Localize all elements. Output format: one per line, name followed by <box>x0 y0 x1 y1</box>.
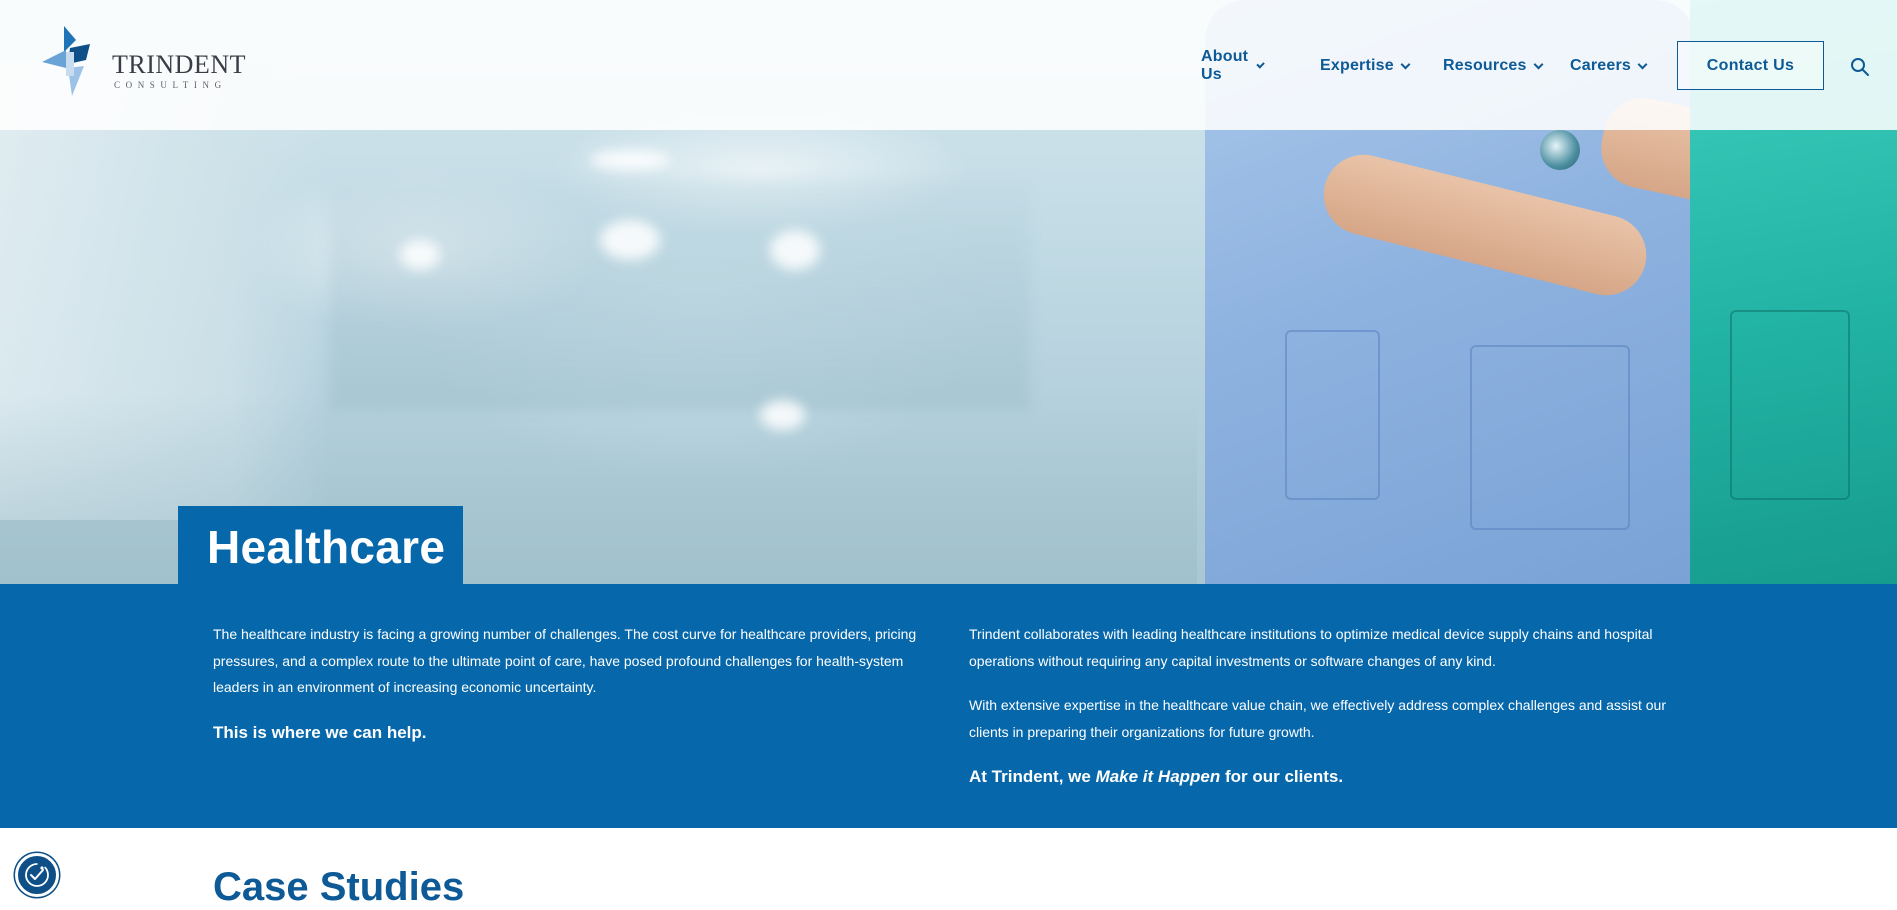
hero-corridor <box>330 180 1030 410</box>
chevron-down-icon <box>1533 59 1544 69</box>
intro-paragraph: Trindent collaborates with leading healt… <box>969 626 1653 669</box>
hero-light <box>590 150 670 170</box>
accessibility-button[interactable] <box>15 853 59 897</box>
scrubs-pocket <box>1470 345 1630 530</box>
scrubs-pocket <box>1730 310 1850 500</box>
stethoscope <box>1540 130 1580 170</box>
intro-right-column: Trindent collaborates with leading healt… <box>969 621 1689 787</box>
intro-paragraph: The healthcare industry is facing a grow… <box>213 626 917 695</box>
nav-item-expertise[interactable]: Expertise <box>1320 56 1411 76</box>
nav-item-label: About Us <box>1201 48 1249 83</box>
hero-light <box>770 230 820 270</box>
hero-light <box>600 220 660 260</box>
scrubs-pocket <box>1285 330 1380 500</box>
nav-item-label: Expertise <box>1320 57 1394 74</box>
hero-light <box>760 400 805 430</box>
logo-wordmark: TRINDENT <box>112 50 246 79</box>
lead-emphasis: Make it Happen <box>1095 767 1221 786</box>
accessibility-icon <box>25 863 49 887</box>
nav-item-label: Careers <box>1570 57 1632 74</box>
case-studies-heading: Case Studies <box>213 865 465 909</box>
nav-item-resources[interactable]: Resources <box>1443 56 1544 76</box>
chevron-down-icon <box>1256 59 1265 69</box>
search-icon[interactable] <box>1850 57 1870 77</box>
page-title: Healthcare <box>207 521 446 573</box>
page-title-box: Healthcare <box>178 506 463 584</box>
intro-lead: This is where we can help. <box>213 722 427 742</box>
contact-us-button[interactable]: Contact Us <box>1677 41 1824 90</box>
intro-left-column: The healthcare industry is facing a grow… <box>213 621 933 743</box>
chevron-down-icon <box>1637 59 1648 69</box>
logo-tagline: CONSULTING <box>114 80 227 90</box>
nav-item-about-us[interactable]: About Us <box>1201 48 1265 83</box>
chevron-down-icon <box>1400 59 1411 69</box>
logo-mark-icon <box>42 26 90 96</box>
site-header: TRINDENT CONSULTING About Us Expertise R… <box>0 0 1897 130</box>
hero-light <box>400 240 440 270</box>
intro-paragraph: With extensive expertise in the healthca… <box>969 697 1667 740</box>
intro-band: The healthcare industry is facing a grow… <box>0 584 1897 828</box>
lead-prefix: At Trindent, we <box>969 767 1096 786</box>
lead-suffix: for our clients. <box>1220 767 1344 786</box>
logo[interactable]: TRINDENT CONSULTING <box>42 26 252 96</box>
intro-closing-lead: At Trindent, we Make it Happen for our c… <box>969 767 1689 787</box>
nav-item-careers[interactable]: Careers <box>1570 56 1648 76</box>
nav-item-label: Resources <box>1443 57 1527 74</box>
